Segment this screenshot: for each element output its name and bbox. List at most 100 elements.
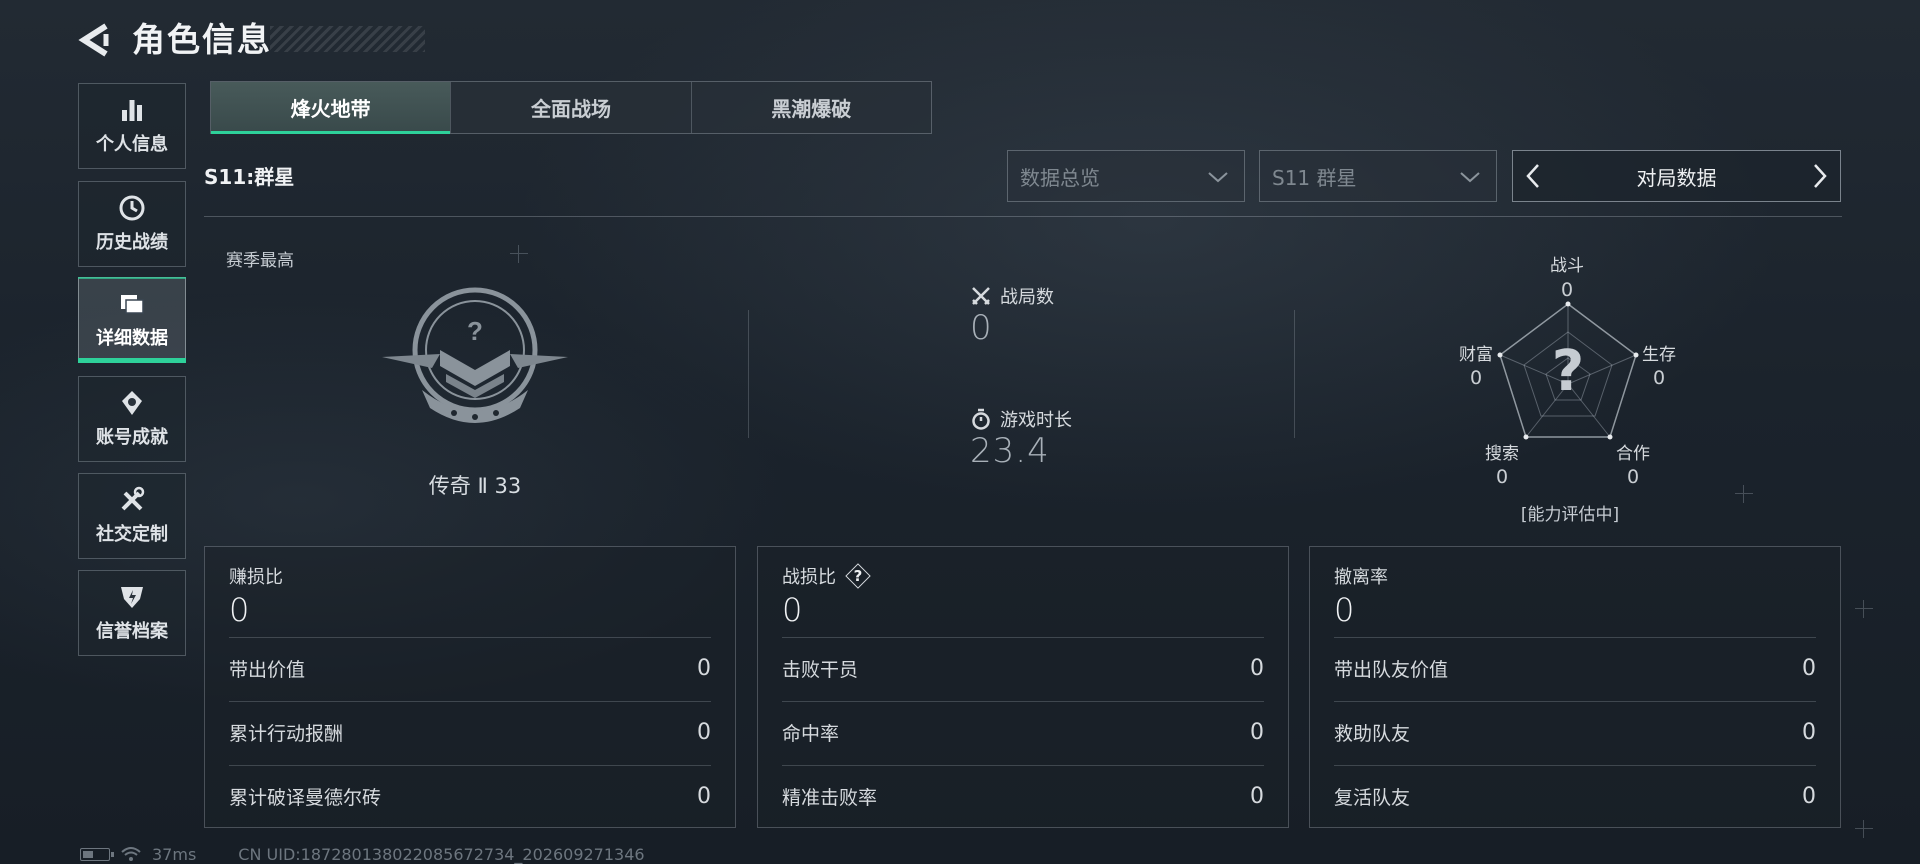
panel-title: 赚损比: [229, 567, 283, 588]
panel-title: 战损比: [782, 567, 836, 588]
folder-icon: [118, 290, 146, 318]
radar-label-cooperation: 合作: [1616, 444, 1650, 464]
background-crosshair: [1735, 485, 1753, 503]
page-title: 角色信息: [132, 20, 272, 59]
uid-text: CN UID:18728013802208567​2734_2026092713…: [238, 844, 645, 864]
stat-row-value: 0: [697, 783, 711, 809]
sidebar-item-history[interactable]: 历史战绩: [78, 181, 186, 267]
rank-text: 传奇 Ⅱ 33: [428, 474, 522, 498]
radar-label-wealth: 财富: [1459, 345, 1493, 365]
previous-button[interactable]: [1513, 151, 1553, 201]
radar-label-search: 搜索: [1485, 444, 1519, 464]
season-select-value: S11 群星: [1272, 165, 1357, 190]
matches-label: 战局数: [970, 283, 1054, 309]
row-divider: [1334, 637, 1816, 638]
svg-text:?: ?: [467, 316, 483, 346]
row-divider: [1334, 701, 1816, 702]
stat-row-value: 0: [1802, 655, 1816, 681]
panel-value: 0: [782, 591, 803, 629]
sidebar-item-social[interactable]: 社交定制: [78, 473, 186, 559]
rank-emblem-icon: ?: [380, 282, 570, 432]
playtime-value: 23.4: [970, 431, 1050, 471]
row-divider: [782, 701, 1264, 702]
row-divider: [1334, 765, 1816, 766]
radar-value-search: 0: [1495, 466, 1509, 488]
chevron-down-icon: [1460, 172, 1480, 183]
stat-row: 累计破译曼德尔砖 0: [229, 781, 711, 811]
radar-label-combat: 战斗: [1550, 256, 1584, 276]
panel-title-wrap: 战损比 ?: [782, 563, 870, 589]
background-crosshair: [1855, 600, 1873, 618]
chevron-down-icon: [1208, 172, 1228, 183]
stat-row: 复活队友 0: [1334, 781, 1816, 811]
sidebar-item-label: 个人信息: [96, 134, 168, 155]
section-divider: [204, 216, 1842, 217]
back-button[interactable]: [78, 22, 114, 58]
season-high-label: 赛季最高: [226, 251, 294, 271]
battery-icon: [80, 847, 114, 861]
row-divider: [229, 701, 711, 702]
title-decoration: [270, 26, 425, 52]
next-button[interactable]: [1800, 151, 1840, 201]
sidebar-item-details[interactable]: 详细数据: [78, 277, 186, 363]
panel-value: 0: [229, 591, 250, 629]
sidebar-item-achievements[interactable]: 账号成就: [78, 376, 186, 462]
row-divider: [782, 637, 1264, 638]
radar-value-wealth: 0: [1469, 367, 1483, 389]
kill-death-panel: 战损比 ? 0 击败干员 0 命中率 0 精准击败率 0: [757, 546, 1289, 828]
chevron-left-icon: [1526, 164, 1539, 188]
matches-label-text: 战局数: [1000, 287, 1054, 308]
stat-row-label: 命中率: [782, 722, 840, 745]
sidebar-item-label: 信誉档案: [96, 621, 168, 642]
tools-icon: [118, 486, 146, 514]
stat-row-label: 救助队友: [1334, 722, 1411, 745]
stat-row-value: 0: [1802, 783, 1816, 809]
wifi-icon: [121, 847, 141, 861]
data-view-value: 数据总览: [1020, 165, 1100, 190]
season-dropdown[interactable]: S11 群星: [1259, 150, 1497, 202]
chevron-right-icon: [1814, 164, 1827, 188]
mode-label: 对局数据: [1636, 165, 1717, 190]
ping-value: 37ms: [152, 844, 197, 864]
column-divider: [748, 310, 749, 438]
stat-row-label: 击败干员: [782, 658, 859, 681]
stat-row-label: 累计破译曼德尔砖: [229, 786, 382, 809]
matches-value: 0: [970, 308, 993, 348]
row-divider: [782, 765, 1264, 766]
panel-title: 撤离率: [1334, 567, 1388, 588]
stat-row: 精准击败率 0: [782, 781, 1264, 811]
stat-row: 带出价值 0: [229, 653, 711, 683]
help-button[interactable]: ?: [846, 564, 870, 588]
clock-icon: [118, 194, 146, 222]
sidebar-item-label: 账号成就: [96, 427, 168, 448]
radar-unknown-mark: ?: [1551, 339, 1585, 404]
profit-loss-panel: 赚损比 0 带出价值 0 累计行动报酬 0 累计破译曼德尔砖 0: [204, 546, 736, 828]
tab-warzone[interactable]: 烽火地带: [211, 82, 451, 134]
stat-row-label: 复活队友: [1334, 786, 1411, 809]
stat-row-value: 0: [1250, 655, 1264, 681]
background-crosshair: [1855, 820, 1873, 838]
column-divider: [1294, 310, 1295, 438]
radar-value-combat: 0: [1560, 279, 1574, 301]
stat-row-label: 带出价值: [229, 658, 306, 681]
radar-status: [能力评估中]: [1520, 505, 1620, 525]
achievement-icon: [118, 389, 146, 417]
tab-battlefield[interactable]: 全面战场: [450, 82, 690, 133]
row-divider: [229, 765, 711, 766]
sidebar-item-label: 详细数据: [96, 328, 168, 349]
stat-row: 累计行动报酬 0: [229, 717, 711, 747]
stat-row-value: 0: [1250, 783, 1264, 809]
sidebar-item-profile[interactable]: 个人信息: [78, 83, 186, 169]
tab-blackout[interactable]: 黑潮爆破: [690, 82, 931, 133]
data-view-dropdown[interactable]: 数据总览: [1007, 150, 1245, 202]
background-crosshair: [510, 245, 528, 263]
status-bar: 37ms CN UID:18728013802208567​2734_20260…: [80, 844, 645, 864]
crossed-swords-icon: [972, 287, 990, 305]
mode-tabs: 烽火地带 全面战场 黑潮爆破: [210, 81, 932, 134]
help-icon: ?: [853, 567, 863, 585]
sidebar-item-credit[interactable]: 信誉档案: [78, 570, 186, 656]
stopwatch-icon: [972, 408, 990, 430]
stat-row: 击败干员 0: [782, 653, 1264, 683]
sidebar-item-label: 历史战绩: [96, 232, 168, 253]
row-divider: [229, 637, 711, 638]
